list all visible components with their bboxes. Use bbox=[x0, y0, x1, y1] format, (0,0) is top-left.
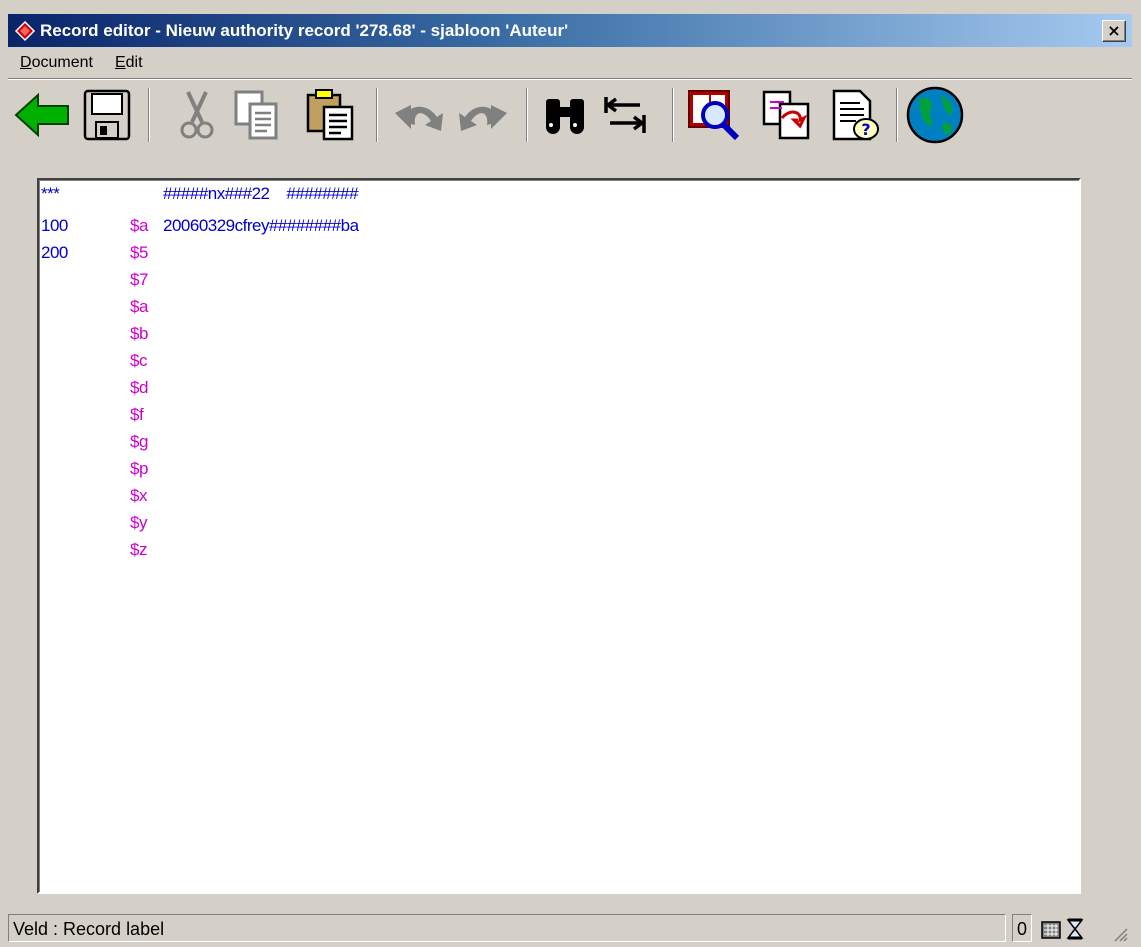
copy-icon bbox=[234, 90, 278, 140]
hourglass-icon bbox=[1066, 918, 1084, 940]
find-icon bbox=[546, 99, 584, 134]
redo-icon bbox=[459, 105, 507, 131]
subfield-code: $p bbox=[130, 459, 148, 478]
close-button[interactable]: × bbox=[1102, 20, 1126, 42]
field-tag: *** bbox=[41, 184, 60, 203]
record-editor-area[interactable]: *** #####nx###22 ######## 100 $a 2006032… bbox=[37, 178, 1081, 894]
toolbar-separator bbox=[376, 88, 378, 142]
paste-button[interactable] bbox=[300, 84, 362, 146]
svg-text:?: ? bbox=[861, 120, 870, 139]
subfield-code: $c bbox=[130, 351, 147, 370]
title-bar[interactable]: Record editor - Nieuw authority record '… bbox=[8, 14, 1132, 47]
menu-document[interactable]: Document bbox=[8, 54, 104, 72]
subfield-code: $z bbox=[130, 540, 147, 559]
help-document-button[interactable]: ? bbox=[824, 84, 886, 146]
save-icon bbox=[83, 89, 131, 141]
cut-icon bbox=[180, 91, 214, 139]
status-text: Veld : Record label bbox=[8, 914, 1006, 942]
subfield-code: $a bbox=[130, 297, 148, 316]
field-tag: 100 bbox=[41, 216, 68, 235]
copy-record-button[interactable] bbox=[756, 84, 818, 146]
subfield-code: $b bbox=[130, 324, 148, 343]
field-value: #####nx###22 ######## bbox=[163, 184, 359, 203]
keyboard-icon bbox=[1041, 921, 1061, 939]
subfield-code: $g bbox=[130, 432, 148, 451]
subfield-code: $5 bbox=[130, 243, 148, 262]
menu-document-accel: D bbox=[20, 54, 32, 71]
subfield-code: $x bbox=[130, 486, 147, 505]
app-icon bbox=[14, 20, 36, 41]
subfield-code: $7 bbox=[130, 270, 148, 289]
undo-button[interactable] bbox=[388, 84, 450, 146]
swap-icon bbox=[604, 97, 646, 133]
back-icon bbox=[14, 92, 69, 138]
back-button[interactable] bbox=[12, 84, 74, 146]
record-editor-window: Record editor - Nieuw authority record '… bbox=[0, 0, 1141, 947]
globe-button[interactable] bbox=[904, 84, 966, 146]
find-button[interactable] bbox=[534, 84, 596, 146]
toolbar-separator bbox=[526, 88, 528, 142]
menu-bar: Document Edit bbox=[8, 50, 154, 76]
copy-button[interactable] bbox=[226, 84, 288, 146]
resize-grip-icon[interactable] bbox=[1112, 926, 1128, 942]
subfield-code: $y bbox=[130, 513, 147, 532]
swap-button[interactable] bbox=[594, 84, 656, 146]
toolbar-separator bbox=[672, 88, 674, 142]
menu-edit-label: dit bbox=[125, 54, 143, 71]
status-count: 0 bbox=[1012, 914, 1032, 942]
save-button[interactable] bbox=[76, 84, 138, 146]
search-record-icon bbox=[688, 90, 740, 141]
globe-icon bbox=[906, 86, 964, 144]
menu-edit[interactable]: Edit bbox=[104, 54, 154, 72]
toolbar-separator bbox=[148, 88, 150, 142]
subfield-code: $a bbox=[130, 216, 148, 235]
window-title: Record editor - Nieuw authority record '… bbox=[40, 20, 569, 40]
status-bar: Veld : Record label 0 bbox=[8, 914, 1132, 944]
toolbar-separator bbox=[896, 88, 898, 142]
field-tag: 200 bbox=[41, 243, 68, 262]
field-value: 20060329cfrey########ba bbox=[163, 216, 359, 235]
paste-icon bbox=[306, 89, 354, 141]
menu-edit-accel: E bbox=[114, 54, 126, 71]
cut-button[interactable] bbox=[166, 84, 228, 146]
search-record-button[interactable] bbox=[684, 84, 746, 146]
subfield-code: $f bbox=[130, 405, 144, 424]
menu-document-label: ocument bbox=[31, 54, 93, 71]
redo-button[interactable] bbox=[452, 84, 514, 146]
toolbar: ? bbox=[8, 80, 1132, 150]
help-document-icon: ? bbox=[832, 89, 879, 141]
copy-record-icon bbox=[762, 90, 810, 140]
undo-icon bbox=[395, 105, 443, 131]
subfield-code: $d bbox=[130, 378, 148, 397]
